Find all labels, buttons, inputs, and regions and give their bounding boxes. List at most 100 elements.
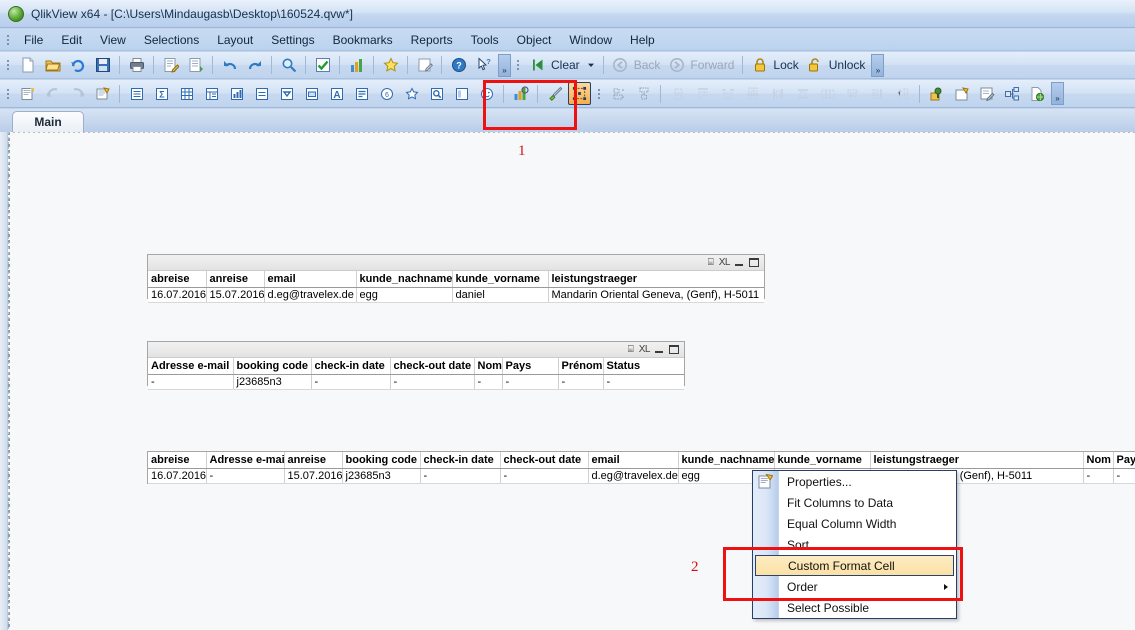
context-menu-item-properties[interactable]: Properties... [753,471,956,492]
table-cell[interactable]: - [474,374,503,390]
export-to-excel-icon[interactable]: XL [639,344,651,355]
context-menu-item-sort[interactable]: Sort [753,534,956,555]
custom-object-icon[interactable] [475,82,498,105]
bookmark-object-icon[interactable] [400,82,423,105]
open-document-icon[interactable] [41,54,64,77]
favorites-icon[interactable] [379,54,402,77]
align-right-icon[interactable] [666,82,689,105]
table-viewer-icon[interactable] [184,54,207,77]
table-cell[interactable]: - [148,374,234,390]
table-cell[interactable]: 16.07.2016 [148,287,207,303]
edit-expression-icon[interactable] [975,82,998,105]
table-cell[interactable]: 16.07.2016 [148,468,207,484]
standard-toolbar-overflow-button[interactable]: » [498,53,511,77]
lock-button[interactable]: Lock [747,54,802,77]
menu-help[interactable]: Help [621,30,664,50]
distribute-horizontal-icon[interactable] [766,82,789,105]
table-row[interactable]: - j23685n3 - - - - - - [148,374,684,390]
export-web-icon[interactable] [1025,82,1048,105]
format-painter-icon[interactable] [543,82,566,105]
container-object-icon[interactable] [450,82,473,105]
menu-file[interactable]: File [15,30,52,50]
table-cell[interactable]: - [500,468,589,484]
new-document-icon[interactable] [16,54,39,77]
new-sheet-icon[interactable] [16,82,39,105]
minimize-object-icon[interactable] [735,259,744,267]
menu-tools[interactable]: Tools [462,30,508,50]
align-bottom-icon[interactable] [741,82,764,105]
edit-script-icon[interactable] [159,54,182,77]
clear-dropdown-icon[interactable] [585,54,598,77]
table-cell[interactable]: - [420,468,501,484]
column-header[interactable]: anreise [284,452,343,469]
unlock-button[interactable]: Unlock [803,54,870,77]
export-to-excel-icon[interactable]: XL [719,257,731,268]
selections-toolbar-overflow-button[interactable]: » [871,53,885,77]
table-box-1[interactable]: ⌸ XL abreise anreise email kunde_nachnam… [147,254,765,303]
menu-object[interactable]: Object [508,30,561,50]
print-icon[interactable] [125,54,148,77]
statistics-box-icon[interactable]: Σ [150,82,173,105]
space-vertical-icon[interactable] [841,82,864,105]
table-cell[interactable]: daniel [452,287,549,303]
column-header[interactable]: Status [603,358,684,375]
column-header[interactable]: Prénom [558,358,604,375]
table-cell[interactable]: - [1083,468,1114,484]
quick-chart-wizard-icon[interactable] [345,54,368,77]
column-header[interactable]: Pay [1113,452,1135,469]
send-to-back-icon[interactable] [950,82,973,105]
menu-view[interactable]: View [91,30,135,50]
undo-icon[interactable] [218,54,241,77]
table-box-3[interactable]: abreise Adresse e-mail anreise booking c… [147,451,1135,484]
text-object-icon[interactable]: A [325,82,348,105]
input-box-icon[interactable] [250,82,273,105]
slider-calendar-icon[interactable]: 6 [375,82,398,105]
table-cell[interactable]: 15.07.2016 [284,468,343,484]
multi-box-icon[interactable] [275,82,298,105]
table-cell[interactable]: - [1113,468,1135,484]
chart-icon[interactable] [225,82,248,105]
minimize-object-icon[interactable] [655,346,664,354]
table-box-icon[interactable] [175,82,198,105]
current-selections-box-icon[interactable] [300,82,323,105]
column-header[interactable]: abreise [148,452,207,469]
table-cell[interactable]: - [206,468,285,484]
menu-settings[interactable]: Settings [262,30,323,50]
context-menu-item-fit-columns-to-data[interactable]: Fit Columns to Data [753,492,956,513]
table-cell[interactable]: - [603,374,684,390]
design-grid-toggle-icon[interactable] [509,82,532,105]
column-header[interactable]: Pays [502,358,559,375]
current-selections-icon[interactable] [311,54,334,77]
column-header[interactable]: check-out date [390,358,475,375]
lock-open-icon[interactable] [804,54,827,77]
back-button[interactable]: Back [608,54,665,77]
menu-reports[interactable]: Reports [402,30,462,50]
column-header[interactable]: anreise [206,271,265,288]
menu-edit[interactable]: Edit [52,30,91,50]
table-cell[interactable]: - [502,374,559,390]
maximize-object-icon[interactable] [749,258,759,267]
design-toolbar-overflow-button[interactable]: » [1051,82,1064,105]
align-top-icon[interactable] [691,82,714,105]
clear-selections-icon[interactable] [526,54,549,77]
align-left-icon[interactable] [607,82,630,105]
menu-window[interactable]: Window [560,30,621,50]
table-cell[interactable]: d.eg@travelex.de [588,468,679,484]
sheet-properties-icon[interactable] [91,82,114,105]
column-header[interactable]: kunde_nachname [356,271,453,288]
redo-icon[interactable] [243,54,266,77]
reload-icon[interactable] [66,54,89,77]
context-menu-item-custom-format-cell[interactable]: Custom Format Cell [755,555,954,576]
column-header[interactable]: abreise [148,271,207,288]
context-menu-item-order[interactable]: Order [753,576,956,597]
column-header[interactable]: leistungstraeger [870,452,1084,469]
context-menu-item-equal-column-width[interactable]: Equal Column Width [753,513,956,534]
table-cell[interactable]: j23685n3 [233,374,312,390]
column-header[interactable]: booking code [342,452,421,469]
table-cell[interactable]: egg [356,287,453,303]
column-header[interactable]: kunde_vorname [774,452,871,469]
help-icon[interactable]: ? [447,54,470,77]
design-grid-icon[interactable] [568,82,591,105]
back-arrow-icon[interactable] [609,54,632,77]
forward-button[interactable]: Forward [664,54,738,77]
